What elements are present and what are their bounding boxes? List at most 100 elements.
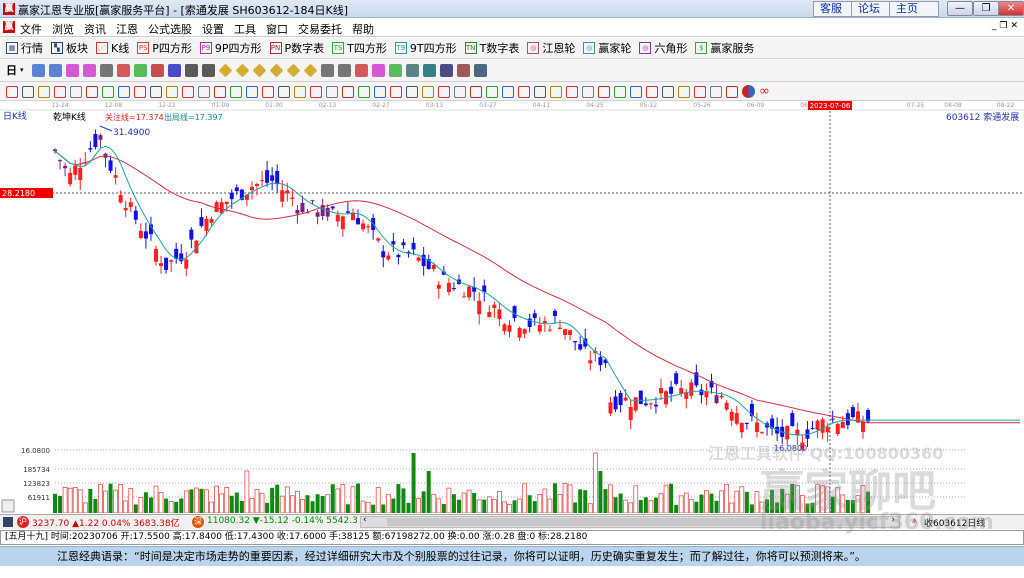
period-selector[interactable]: 日 ▾: [6, 62, 24, 78]
toolbar-item-9[interactable]: ◎ 江恩轮: [527, 40, 575, 56]
shenzhen-index[interactable]: 11080.32 ▼-15.12 -0.14% 5542.38: [207, 516, 357, 526]
chart-tool-icon-26[interactable]: [473, 63, 487, 77]
chart-tool-icon-6[interactable]: [133, 63, 147, 77]
drawing-tool-icon-11[interactable]: [182, 85, 194, 98]
chart-tool-icon-23[interactable]: [422, 63, 436, 77]
drawing-tool-icon-21[interactable]: [342, 85, 354, 98]
drawing-tool-icon-16[interactable]: [262, 85, 274, 98]
chart-tool-icon-21[interactable]: [388, 63, 402, 77]
chart-tool-icon-7[interactable]: [150, 63, 164, 77]
drawing-tool-icon-30[interactable]: [486, 85, 498, 98]
close-button[interactable]: ✕: [998, 1, 1024, 16]
drawing-tool-icon-44[interactable]: [710, 85, 722, 98]
drawing-tool-icon-0[interactable]: [6, 85, 18, 98]
menu-item-5[interactable]: 设置: [202, 21, 224, 37]
drawing-tool-icon-24[interactable]: [390, 85, 402, 98]
menu-item-7[interactable]: 窗口: [266, 21, 288, 37]
toolbar-item-2[interactable]: ⋰ K线: [96, 40, 129, 56]
drawing-tool-icon-3[interactable]: [54, 85, 66, 98]
drawing-tool-icon-12[interactable]: [198, 85, 210, 98]
drawing-tool-icon-42[interactable]: [678, 85, 690, 98]
menu-item-0[interactable]: 文件: [20, 21, 42, 37]
toolbar-item-3[interactable]: PS P四方形: [137, 40, 192, 56]
drawing-tool-icon-17[interactable]: [278, 85, 290, 98]
menu-item-9[interactable]: 帮助: [352, 21, 374, 37]
toolbar-item-11[interactable]: ◎ 六角形: [639, 40, 687, 56]
chart-tool-icon-0[interactable]: [31, 63, 45, 77]
drawing-tool-icon-25[interactable]: [406, 85, 418, 98]
toolbar-item-12[interactable]: $ 赢家服务: [695, 40, 754, 56]
drawing-tool-icon-33[interactable]: [534, 85, 546, 98]
app-menu-icon[interactable]: 赢: [3, 21, 15, 33]
chart-tool-icon-4[interactable]: [99, 63, 113, 77]
drawing-tool-icon-45[interactable]: [726, 85, 738, 98]
drawing-tool-icon-1[interactable]: [22, 85, 34, 98]
drawing-tool-icon-28[interactable]: [454, 85, 466, 98]
home-link[interactable]: 主页: [889, 1, 939, 17]
shanghai-index[interactable]: 3237.70 ▲1.22 0.04% 3683.38亿: [32, 516, 180, 529]
chart-tool-icon-22[interactable]: [405, 63, 419, 77]
drawing-tool-icon-40[interactable]: [646, 85, 658, 98]
drawing-tool-icon-29[interactable]: [470, 85, 482, 98]
chart-tool-icon-10[interactable]: [201, 63, 215, 77]
chart-tool-icon-14[interactable]: [269, 63, 283, 77]
drawing-tool-icon-2[interactable]: [38, 85, 50, 98]
shenzhen-index-icon[interactable]: 深: [192, 516, 204, 528]
drawing-tool-icon-31[interactable]: [502, 85, 514, 98]
menu-item-8[interactable]: 交易委托: [298, 21, 342, 37]
infinity-icon[interactable]: ∞: [759, 84, 770, 99]
drawing-tool-icon-34[interactable]: [550, 85, 562, 98]
menu-item-6[interactable]: 工具: [234, 21, 256, 37]
drawing-tool-icon-36[interactable]: [582, 85, 594, 98]
chart-tool-icon-1[interactable]: [48, 63, 62, 77]
drawing-tool-icon-22[interactable]: [358, 85, 370, 98]
chart-tool-icon-2[interactable]: [65, 63, 79, 77]
drawing-tool-icon-27[interactable]: [438, 85, 450, 98]
drawing-tool-icon-37[interactable]: [598, 85, 610, 98]
chart-tool-icon-15[interactable]: [286, 63, 300, 77]
drawing-tool-icon-5[interactable]: [86, 85, 98, 98]
chart-tool-icon-3[interactable]: [82, 63, 96, 77]
shanghai-index-icon[interactable]: 沪: [17, 516, 29, 528]
drawing-tool-icon-26[interactable]: [422, 85, 434, 98]
toolbar-item-1[interactable]: ▚ 板块: [51, 40, 88, 56]
minimize-button[interactable]: —: [947, 1, 973, 16]
drawing-tool-icon-19[interactable]: [310, 85, 322, 98]
drawing-tool-icon-14[interactable]: [230, 85, 242, 98]
drawing-tool-icon-43[interactable]: [694, 85, 706, 98]
chart-tool-icon-16[interactable]: [303, 63, 317, 77]
menu-item-2[interactable]: 资讯: [84, 21, 106, 37]
chart-tool-icon-24[interactable]: [439, 63, 453, 77]
drawing-tool-icon-23[interactable]: [374, 85, 386, 98]
drawing-tool-icon-41[interactable]: [662, 85, 674, 98]
toolbar-item-5[interactable]: PN P数字表: [269, 40, 324, 56]
drawing-tool-icon-4[interactable]: [70, 85, 82, 98]
toolbar-item-8[interactable]: TN T数字表: [464, 40, 519, 56]
scroll-left-icon[interactable]: ‹: [363, 515, 367, 525]
drawing-tool-icon-39[interactable]: [630, 85, 642, 98]
toolbar-item-10[interactable]: ◎ 赢家轮: [583, 40, 631, 56]
toolbar-item-4[interactable]: P9 9P四方形: [199, 40, 262, 56]
chart-tool-icon-12[interactable]: [235, 63, 249, 77]
chart-tool-icon-8[interactable]: [167, 63, 181, 77]
chart-tool-icon-9[interactable]: [184, 63, 198, 77]
drawing-tool-icon-20[interactable]: [326, 85, 338, 98]
chart-tool-icon-18[interactable]: [337, 63, 351, 77]
drawing-tool-icon-10[interactable]: [166, 85, 178, 98]
toolbar-item-0[interactable]: ▦ 行情: [6, 40, 43, 56]
drawing-tool-icon-35[interactable]: [566, 85, 578, 98]
drawing-tool-icon-18[interactable]: [294, 85, 306, 98]
yinyang-icon[interactable]: [742, 85, 755, 98]
chart-tool-icon-13[interactable]: [252, 63, 266, 77]
chart-tool-icon-25[interactable]: [456, 63, 470, 77]
drawing-tool-icon-15[interactable]: [246, 85, 258, 98]
chart-tool-icon-19[interactable]: [354, 63, 368, 77]
menu-item-1[interactable]: 浏览: [52, 21, 74, 37]
drawing-tool-icon-8[interactable]: [134, 85, 146, 98]
chart-tool-icon-5[interactable]: [116, 63, 130, 77]
drawing-tool-icon-32[interactable]: [518, 85, 530, 98]
menu-item-3[interactable]: 江恩: [116, 21, 138, 37]
drawing-tool-icon-6[interactable]: [102, 85, 114, 98]
chart-tool-icon-20[interactable]: [371, 63, 385, 77]
menu-item-4[interactable]: 公式选股: [148, 21, 192, 37]
